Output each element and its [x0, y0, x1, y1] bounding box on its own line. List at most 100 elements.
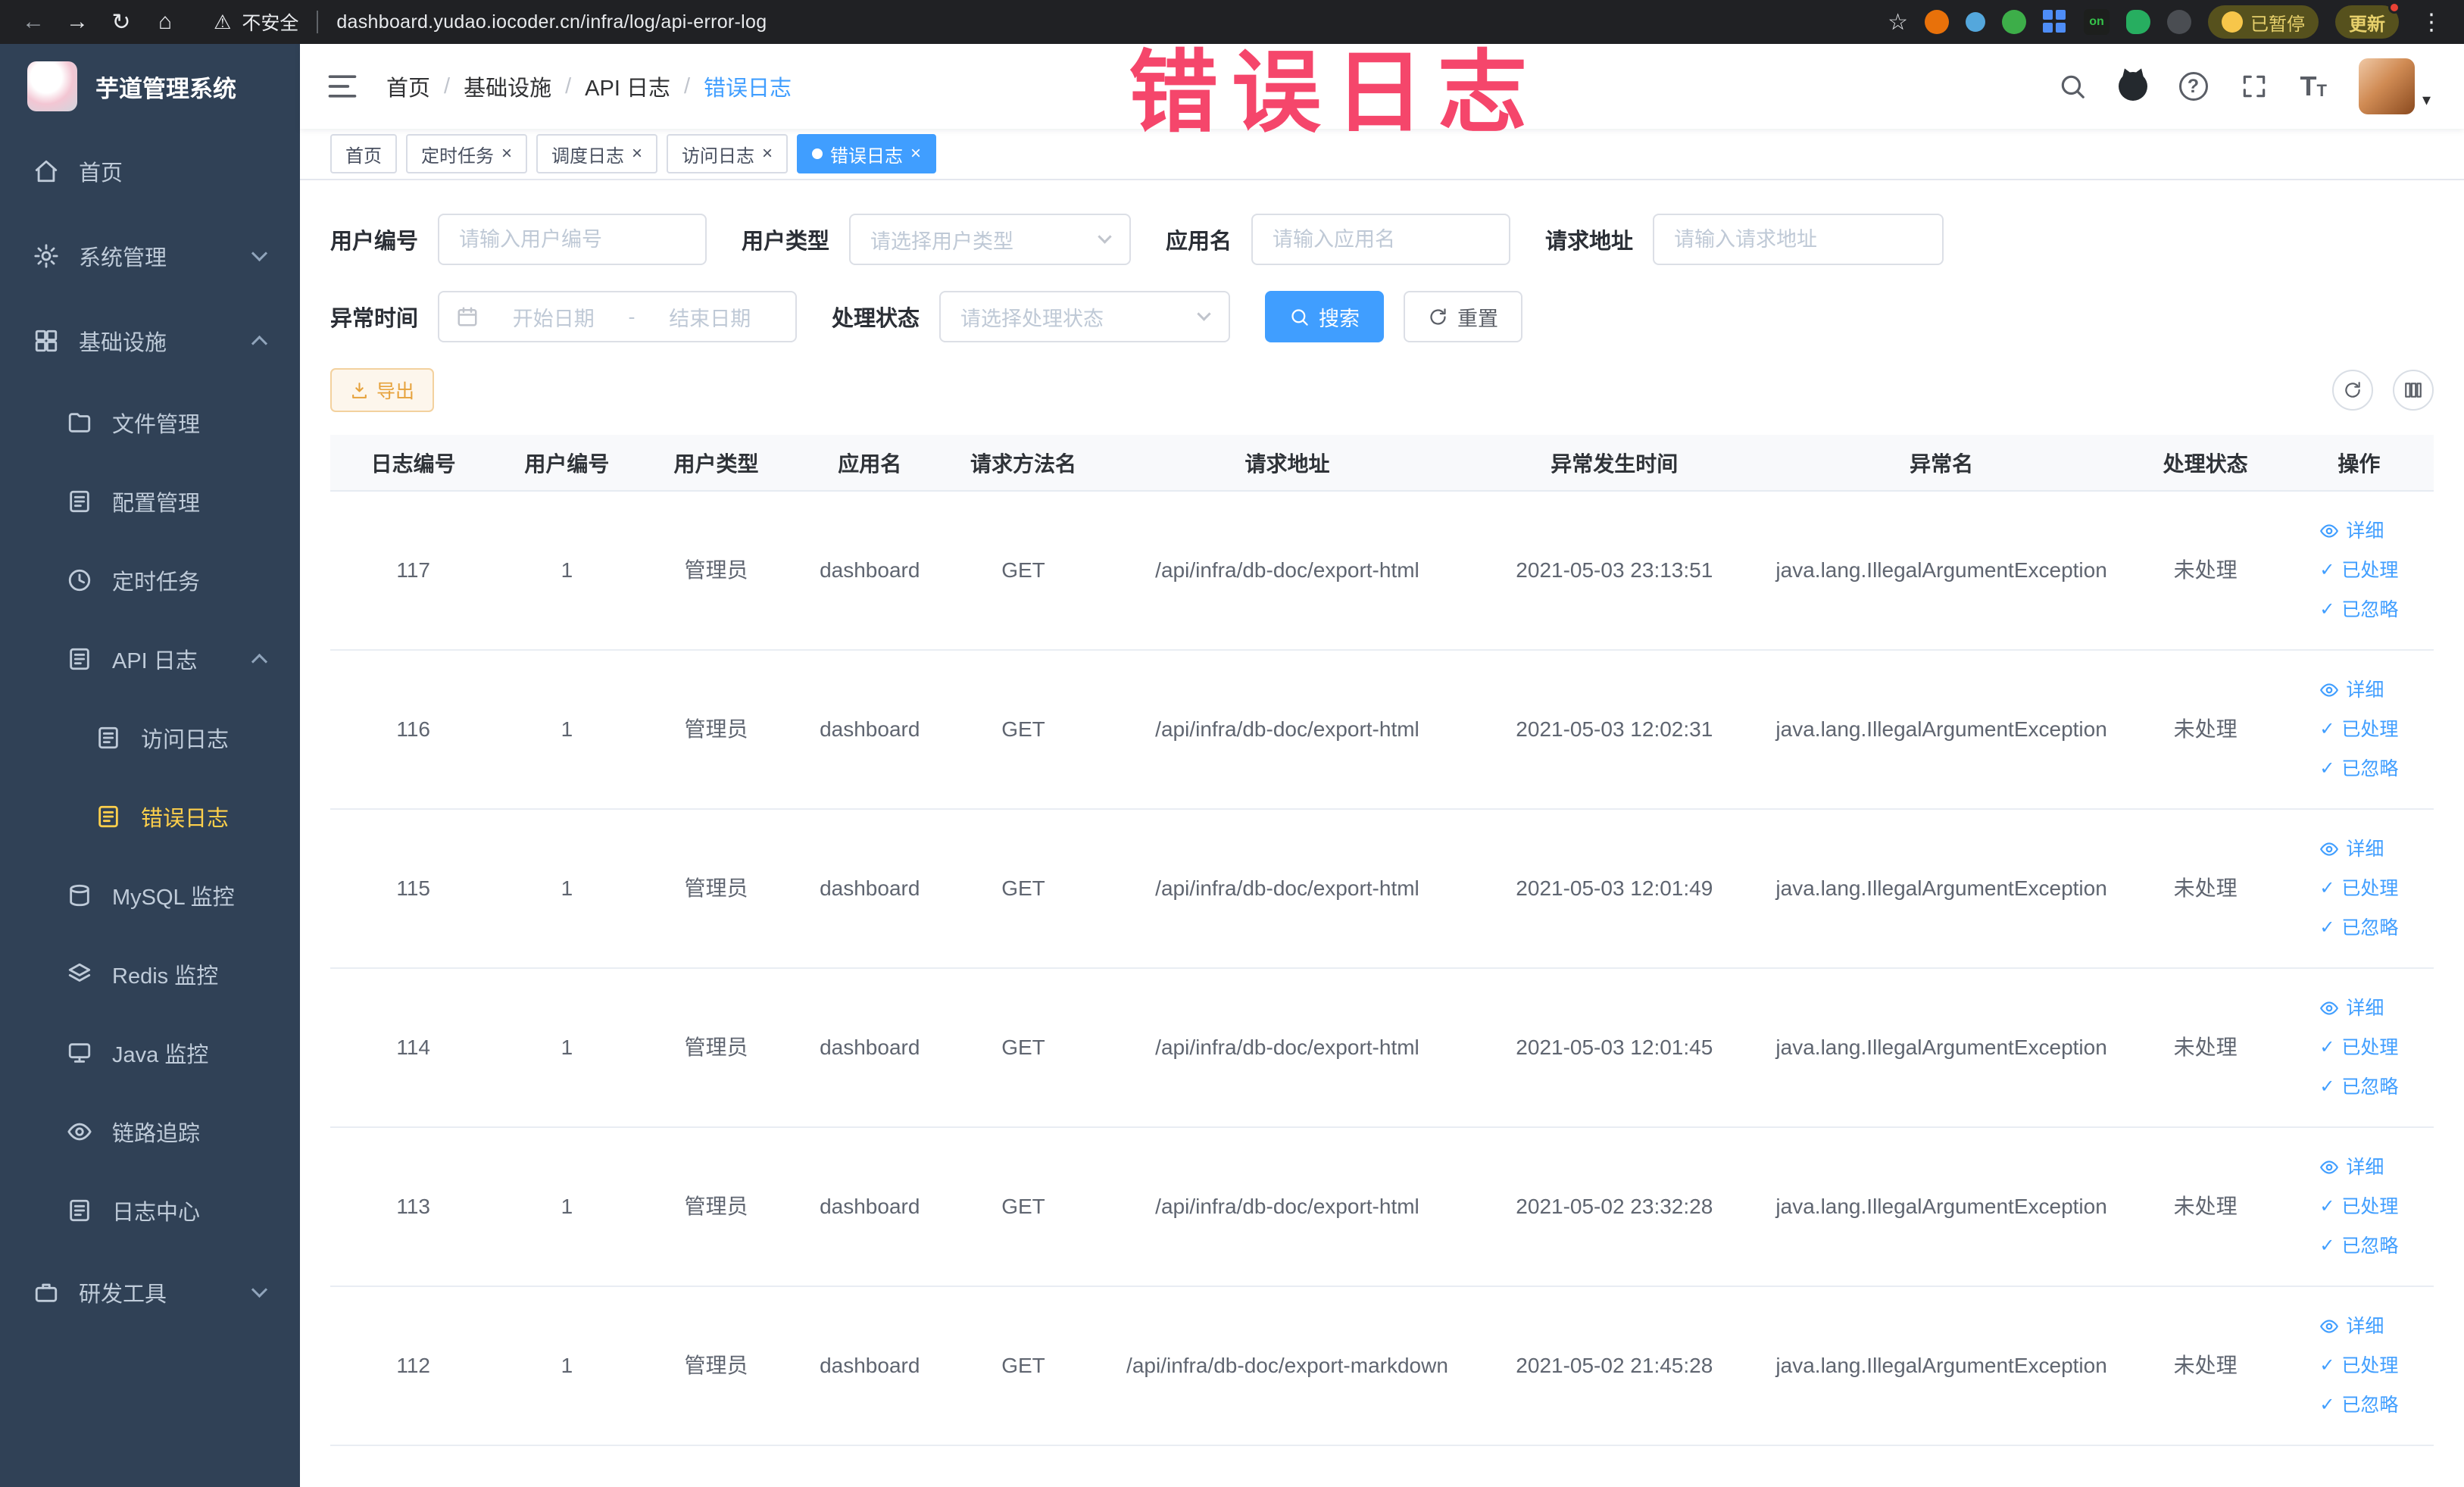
sidebar-item-error-log[interactable]: 错误日志: [0, 777, 300, 856]
sidebar-item-access-log[interactable]: 访问日志: [0, 698, 300, 777]
help-icon[interactable]: ?: [2178, 72, 2208, 101]
user-id-input[interactable]: [438, 214, 707, 265]
sidebar-item-log-center[interactable]: 日志中心: [0, 1171, 300, 1250]
breadcrumb-api-log[interactable]: API 日志: [585, 70, 670, 102]
sidebar-item-home[interactable]: 首页: [0, 129, 300, 214]
cell-app-name: dashboard: [795, 1286, 945, 1446]
cell-user-type: 管理员: [637, 491, 795, 651]
extension-icon[interactable]: [2002, 10, 2026, 34]
refresh-table-button[interactable]: [2332, 370, 2373, 411]
tab-scheduled-tasks[interactable]: 定时任务 ×: [406, 134, 528, 173]
font-size-icon[interactable]: TT: [2300, 73, 2327, 100]
sidebar-item-system-management[interactable]: 系统管理: [0, 214, 300, 298]
sidebar-item-java-monitor[interactable]: Java 监控: [0, 1014, 300, 1092]
browser-menu-icon[interactable]: ⋮: [2416, 9, 2447, 36]
detail-link[interactable]: 详细: [2319, 995, 2384, 1022]
exception-time-range-picker[interactable]: 开始日期 - 结束日期: [438, 291, 798, 342]
paused-badge[interactable]: 已暂停: [2208, 5, 2319, 39]
cell-app-name: dashboard: [795, 491, 945, 651]
search-button[interactable]: 搜索: [1265, 291, 1385, 342]
extension-on-icon[interactable]: on: [2084, 9, 2110, 35]
mark-ignored-link[interactable]: ✓ 已忽略: [2319, 1392, 2398, 1419]
cell-user-id: 1: [496, 968, 638, 1128]
extension-icon[interactable]: [1966, 12, 1985, 32]
user-menu[interactable]: ▾: [2358, 58, 2431, 114]
user-type-select[interactable]: 请选择用户类型: [849, 214, 1132, 265]
reset-button[interactable]: 重置: [1404, 291, 1523, 342]
sidebar-item-infrastructure[interactable]: 基础设施: [0, 298, 300, 383]
eye-icon: [2320, 1320, 2339, 1333]
forward-icon[interactable]: →: [61, 5, 94, 39]
breadcrumb-current: 错误日志: [704, 77, 792, 101]
process-status-select[interactable]: 请选择处理状态: [939, 291, 1231, 342]
detail-link[interactable]: 详细: [2319, 517, 2384, 545]
sidebar-item-file-management[interactable]: 文件管理: [0, 383, 300, 462]
extension-pin-icon[interactable]: [2167, 10, 2191, 34]
close-icon[interactable]: ×: [762, 145, 773, 163]
chevron-down-icon: [1098, 229, 1112, 244]
breadcrumb-infrastructure[interactable]: 基础设施: [464, 70, 551, 102]
mark-processed-link[interactable]: ✓ 已处理: [2319, 1034, 2398, 1061]
caret-down-icon: ▾: [2422, 90, 2431, 109]
app-name-input[interactable]: [1251, 214, 1511, 265]
breadcrumb-home[interactable]: 首页: [386, 70, 430, 102]
cell-user-type: 管理员: [637, 1127, 795, 1287]
search-icon[interactable]: [2058, 72, 2087, 101]
browser-actions: ☆ on 已暂停 更新 ⋮: [1888, 2, 2447, 39]
cell-log-id: 112: [330, 1286, 497, 1446]
tab-access-log[interactable]: 访问日志 ×: [667, 134, 789, 173]
page-content: 用户编号 用户类型 请选择用户类型 应用名 请求地址: [300, 180, 2464, 1487]
url-text[interactable]: dashboard.yudao.iocoder.cn/infra/log/api…: [336, 11, 767, 33]
mark-processed-link[interactable]: ✓ 已处理: [2319, 557, 2398, 584]
extension-icon[interactable]: [1925, 10, 1949, 34]
fullscreen-icon[interactable]: [2240, 72, 2269, 101]
back-icon[interactable]: ←: [17, 5, 50, 39]
mark-processed-link[interactable]: ✓ 已处理: [2319, 1352, 2398, 1379]
sidebar-item-redis-monitor[interactable]: Redis 监控: [0, 935, 300, 1014]
sidebar-item-scheduled-tasks[interactable]: 定时任务: [0, 541, 300, 620]
detail-link[interactable]: 详细: [2319, 1313, 2384, 1340]
sidebar-item-config-management[interactable]: 配置管理: [0, 462, 300, 541]
mark-processed-link[interactable]: ✓ 已处理: [2319, 1193, 2398, 1220]
home-button-icon[interactable]: ⌂: [148, 5, 182, 39]
reload-icon[interactable]: ↻: [105, 5, 138, 39]
detail-link[interactable]: 详细: [2319, 676, 2384, 704]
github-icon[interactable]: [2118, 72, 2147, 101]
hamburger-icon[interactable]: [326, 70, 359, 103]
mark-processed-link[interactable]: ✓ 已处理: [2319, 716, 2398, 743]
detail-link[interactable]: 详细: [2319, 836, 2384, 863]
cell-actions: 详细 ✓ 已处理 ✓ 已忽略: [2284, 491, 2434, 651]
extension-grid-icon[interactable]: [2043, 10, 2067, 34]
config-doc-icon: [70, 490, 89, 513]
field-user-type: 用户类型 请选择用户类型: [742, 214, 1132, 265]
sidebar-item-dev-tools[interactable]: 研发工具: [0, 1250, 300, 1335]
close-icon[interactable]: ×: [501, 145, 512, 163]
tab-schedule-log[interactable]: 调度日志 ×: [536, 134, 658, 173]
bookmark-star-icon[interactable]: ☆: [1888, 9, 1908, 36]
avatar[interactable]: [2358, 58, 2415, 114]
export-button[interactable]: 导出: [330, 368, 435, 412]
sidebar-item-mysql-monitor[interactable]: MySQL 监控: [0, 856, 300, 935]
close-icon[interactable]: ×: [910, 145, 921, 163]
mark-ignored-link[interactable]: ✓ 已忽略: [2319, 914, 2398, 942]
extension-leaf-icon[interactable]: [2126, 10, 2150, 34]
request-url-input[interactable]: [1653, 214, 1944, 265]
address-bar[interactable]: ⚠ 不安全 dashboard.yudao.iocoder.cn/infra/l…: [214, 8, 767, 36]
detail-link[interactable]: 详细: [2319, 1154, 2384, 1181]
address-divider: [317, 11, 319, 33]
mark-ignored-link[interactable]: ✓ 已忽略: [2319, 1073, 2398, 1101]
close-icon[interactable]: ×: [632, 145, 642, 163]
mark-ignored-link[interactable]: ✓ 已忽略: [2319, 596, 2398, 623]
header-actions: ? TT ▾: [2058, 58, 2431, 114]
mark-ignored-link[interactable]: ✓ 已忽略: [2319, 1232, 2398, 1260]
tab-home[interactable]: 首页: [330, 134, 397, 173]
check-icon: ✓: [2319, 917, 2335, 938]
column-settings-button[interactable]: [2393, 370, 2434, 411]
sidebar-item-api-log[interactable]: API 日志: [0, 620, 300, 698]
mark-ignored-link[interactable]: ✓ 已忽略: [2319, 755, 2398, 783]
mark-processed-link[interactable]: ✓ 已处理: [2319, 875, 2398, 902]
tab-error-log[interactable]: 错误日志 ×: [797, 134, 937, 173]
sidebar-item-trace[interactable]: 链路追踪: [0, 1092, 300, 1171]
update-label: 更新: [2349, 14, 2385, 35]
update-button[interactable]: 更新: [2335, 2, 2400, 39]
